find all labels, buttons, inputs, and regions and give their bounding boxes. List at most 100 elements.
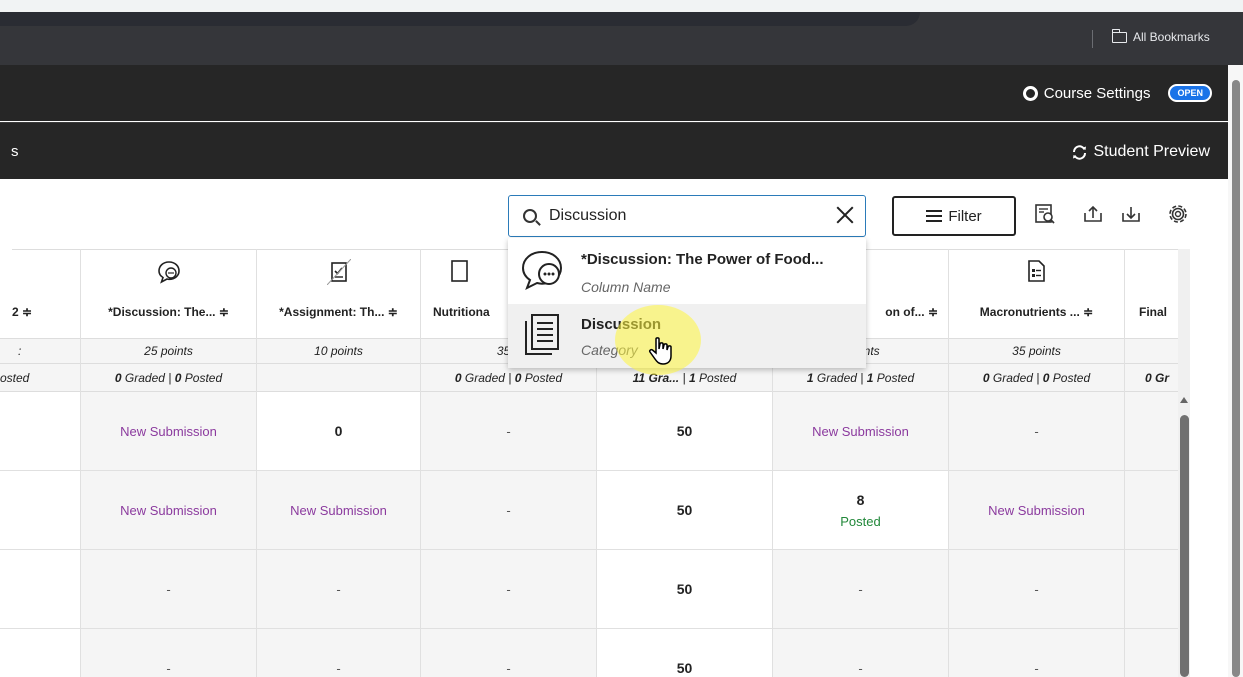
cell-value: 50 bbox=[676, 660, 693, 676]
status-badge: OPEN bbox=[1168, 84, 1212, 102]
gradebook-column: Macronutrients ... ≑ 35 points 0 Graded … bbox=[948, 249, 1124, 677]
result-title: *Discussion: The Power of Food... bbox=[581, 251, 824, 268]
category-icon bbox=[525, 314, 559, 355]
grade-cell[interactable]: New Submission bbox=[257, 471, 420, 550]
column-points: : bbox=[0, 338, 80, 363]
document-icon bbox=[1027, 260, 1045, 282]
clear-search-icon[interactable] bbox=[834, 204, 856, 226]
cell-value: 50 bbox=[676, 502, 693, 518]
column-graded: 0 Gr bbox=[1125, 363, 1178, 392]
gradebook-column: *Discussion: The... ≑ 25 points 0 Graded… bbox=[80, 249, 256, 677]
column-points bbox=[1125, 338, 1178, 363]
grade-cell[interactable]: - bbox=[421, 471, 596, 550]
course-header-bar: Course Settings OPEN bbox=[0, 65, 1228, 121]
column-name: *Discussion: The... ≑ bbox=[108, 305, 229, 319]
grade-cell[interactable]: - bbox=[421, 392, 596, 471]
grid-scrollbar-thumb[interactable] bbox=[1180, 415, 1189, 677]
filter-button[interactable]: Filter bbox=[892, 196, 1016, 236]
column-header[interactable]: 2 ≑ bbox=[0, 249, 80, 338]
all-bookmarks-button[interactable]: All Bookmarks bbox=[1111, 28, 1210, 44]
grade-cell[interactable]: - bbox=[257, 629, 420, 677]
grade-cell[interactable]: 0 bbox=[257, 392, 420, 471]
address-bar[interactable] bbox=[0, 12, 920, 26]
grade-cell[interactable] bbox=[1125, 629, 1178, 677]
grade-cell[interactable]: 50 bbox=[597, 629, 772, 677]
grade-cell[interactable] bbox=[0, 550, 80, 629]
upload-icon[interactable] bbox=[1082, 203, 1104, 225]
grade-cell[interactable]: - bbox=[421, 629, 596, 677]
filter-icon bbox=[926, 209, 943, 223]
graded-count: 1 bbox=[806, 371, 814, 385]
cell-value: - bbox=[858, 660, 863, 676]
grade-cell[interactable]: New Submission bbox=[81, 392, 256, 471]
grade-cell[interactable]: - bbox=[949, 392, 1124, 471]
cell-value: 50 bbox=[676, 423, 693, 439]
search-result-column[interactable]: *Discussion: The Power of Food... Column… bbox=[508, 238, 866, 302]
cell-value: 0 bbox=[334, 423, 343, 439]
cell-value: 8 bbox=[856, 491, 865, 508]
grade-cell[interactable]: New Submission bbox=[949, 471, 1124, 550]
posted-count: 1 bbox=[866, 371, 874, 385]
grade-cell[interactable] bbox=[0, 392, 80, 471]
grade-cell[interactable]: - bbox=[949, 550, 1124, 629]
grade-cell[interactable] bbox=[0, 471, 80, 550]
grade-cell[interactable]: 50 bbox=[597, 392, 772, 471]
gradebook-column: *Assignment: Th... ≑ 10 points 0 New Sub… bbox=[256, 249, 420, 677]
column-header[interactable]: Final bbox=[1125, 249, 1178, 338]
cell-value: - bbox=[336, 581, 341, 597]
search-input[interactable] bbox=[549, 207, 809, 225]
student-preview-button[interactable]: Student Preview bbox=[1071, 143, 1210, 161]
column-header[interactable]: *Discussion: The... ≑ bbox=[81, 249, 256, 338]
cell-value: - bbox=[1034, 660, 1039, 676]
graded-count: 0 Gr bbox=[1145, 371, 1170, 385]
grade-cell[interactable]: - bbox=[81, 550, 256, 629]
grade-cell[interactable]: - bbox=[773, 550, 948, 629]
discussion-icon bbox=[157, 261, 180, 284]
grade-cell[interactable]: - bbox=[81, 629, 256, 677]
cell-value: - bbox=[336, 660, 341, 676]
grade-cell[interactable] bbox=[1125, 550, 1178, 629]
posted-count: 0 bbox=[174, 371, 182, 385]
grade-cell[interactable]: New Submission bbox=[773, 392, 948, 471]
grade-cell[interactable] bbox=[1125, 471, 1178, 550]
grade-cell[interactable] bbox=[0, 629, 80, 677]
scroll-up-icon[interactable] bbox=[1180, 397, 1188, 403]
grade-cell[interactable]: - bbox=[949, 629, 1124, 677]
grade-search-icon[interactable] bbox=[1034, 203, 1056, 225]
gradebook-column: 2 ≑ : osted bbox=[0, 249, 80, 677]
gear-icon[interactable] bbox=[1165, 201, 1191, 227]
column-name: Final bbox=[1139, 305, 1168, 319]
grade-cell[interactable]: 50 bbox=[597, 471, 772, 550]
posted-count: 1 bbox=[688, 371, 696, 385]
search-field[interactable] bbox=[508, 195, 866, 237]
student-preview-label: Student Preview bbox=[1093, 143, 1210, 160]
download-icon[interactable] bbox=[1120, 203, 1142, 225]
course-settings-label: Course Settings bbox=[1043, 84, 1151, 102]
grade-cell[interactable] bbox=[1125, 392, 1178, 471]
hand-cursor-icon bbox=[649, 337, 672, 365]
column-header[interactable]: *Assignment: Th... ≑ bbox=[257, 249, 420, 338]
cell-value: - bbox=[1034, 423, 1039, 439]
grade-cell[interactable]: 8 Posted bbox=[773, 471, 948, 550]
grade-cell[interactable]: 50 bbox=[597, 550, 772, 629]
grade-cell[interactable]: - bbox=[257, 550, 420, 629]
course-settings-button[interactable]: Course Settings OPEN bbox=[1022, 84, 1212, 102]
column-name: 2 ≑ bbox=[12, 305, 33, 319]
column-graded: osted bbox=[0, 363, 80, 392]
cell-value: - bbox=[1034, 581, 1039, 597]
grade-cell[interactable]: - bbox=[773, 629, 948, 677]
page-scrollbar-thumb[interactable] bbox=[1232, 80, 1240, 677]
grade-cell[interactable]: New Submission bbox=[81, 471, 256, 550]
column-points: 25 points bbox=[81, 338, 256, 363]
course-nav-bar: s Student Preview bbox=[0, 122, 1228, 179]
nav-tab-truncated[interactable]: s bbox=[11, 143, 19, 160]
posted-count: 0 bbox=[514, 371, 522, 385]
cell-value: - bbox=[166, 581, 171, 597]
cell-value: - bbox=[506, 581, 511, 597]
result-subtitle: Column Name bbox=[581, 279, 671, 295]
column-header[interactable]: Macronutrients ... ≑ bbox=[949, 249, 1124, 338]
browser-toolbar: All Bookmarks bbox=[0, 12, 1243, 65]
column-name: *Assignment: Th... ≑ bbox=[279, 305, 398, 319]
grade-cell[interactable]: - bbox=[421, 550, 596, 629]
folder-icon bbox=[1111, 28, 1127, 43]
